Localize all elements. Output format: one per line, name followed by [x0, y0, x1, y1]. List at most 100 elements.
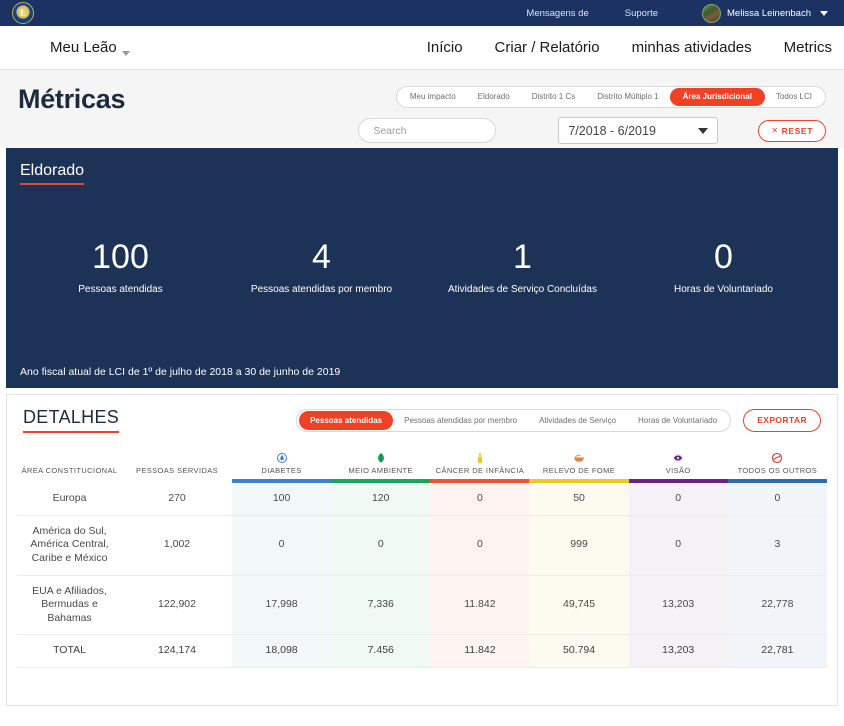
all-others-icon [730, 450, 825, 464]
row-meio-ambiente: 7.456 [331, 634, 431, 669]
main-navigation: Meu Leão Início Criar / Relatório minhas… [0, 26, 844, 70]
metric-tab-pessoas-atendidas[interactable]: Pessoas atendidas [299, 410, 394, 430]
row-todos-outros: 22,778 [727, 575, 827, 636]
nav-link-criar-relatorio[interactable]: Criar / Relatório [479, 39, 616, 56]
export-button[interactable]: EXPORTAR [743, 408, 821, 432]
row-relevo-fome: 50 [529, 483, 629, 516]
utility-link-suporte[interactable]: Suporte [607, 8, 676, 19]
stat-value: 1 [513, 238, 532, 276]
column-label: PESSOAS SERVIDAS [135, 466, 219, 476]
chevron-down-icon [698, 127, 709, 134]
metric-tab-group: Pessoas atendidas Pessoas atendidas por … [296, 408, 732, 432]
stat-label: Pessoas atendidas [78, 283, 163, 295]
nav-link-inicio[interactable]: Início [411, 39, 479, 56]
filters-row-secondary: 7/2018 - 6/2019 ✕ RESET [358, 117, 826, 144]
diabetes-drop-icon [234, 450, 329, 464]
summary-hero-panel: Eldorado 100 Pessoas atendidas 4 Pessoas… [6, 148, 838, 388]
row-diabetes: 17,998 [232, 575, 332, 636]
row-relevo-fome: 50.794 [529, 634, 629, 669]
chevron-down-icon [820, 10, 828, 16]
column-header-diabetes: DIABETES [232, 443, 332, 483]
column-header-pessoas-servidas: PESSOAS SERVIDAS [122, 443, 232, 483]
metric-tab-atividades-de-servico[interactable]: Atividades de Serviço [528, 411, 627, 430]
stat-horas-voluntariado: 0 Horas de Voluntariado [623, 238, 824, 295]
page-title: Métricas [18, 84, 126, 114]
row-todos-outros: 0 [727, 483, 827, 516]
row-area: TOTAL [17, 634, 122, 669]
row-cancer-infancia: 0 [430, 483, 530, 516]
stat-label: Horas de Voluntariado [674, 283, 773, 295]
row-diabetes: 18,098 [232, 634, 332, 669]
row-meio-ambiente: 0 [331, 515, 431, 576]
date-range-select[interactable]: 7/2018 - 6/2019 [558, 117, 719, 144]
metrics-table-body: Europa 270 100 120 0 50 0 0 América do S… [17, 483, 827, 669]
utility-bar: L Mensagens de Suporte Melissa Leinenbac… [0, 0, 844, 26]
row-visao: 0 [628, 483, 728, 516]
nav-links: Início Criar / Relatório minhas atividad… [411, 39, 836, 56]
row-visao: 13,203 [628, 634, 728, 669]
table-row: Europa 270 100 120 0 50 0 0 [17, 483, 827, 516]
column-header-todos-os-outros: TODOS OS OUTROS [727, 443, 827, 483]
scope-tab-area-jurisdicional[interactable]: Área Jurisdicional [669, 88, 765, 106]
scope-tab-distrito-multiplo-1[interactable]: Distrito Múltiplo 1 [586, 88, 669, 106]
vision-eye-icon [631, 450, 726, 464]
row-area: Europa [17, 483, 122, 516]
row-pessoas-servidas: 270 [122, 483, 232, 516]
row-cancer-infancia: 0 [430, 515, 530, 576]
column-accent-bar [529, 479, 629, 483]
hero-scope-name: Eldorado [20, 162, 85, 185]
table-row: EUA e Afiliados, Bermudas e Bahamas 122,… [17, 575, 827, 636]
reset-button[interactable]: ✕ RESET [758, 119, 826, 142]
row-todos-outros: 22,781 [727, 634, 827, 669]
column-accent-bar [331, 479, 431, 483]
brand-label: Meu Leão [50, 39, 117, 56]
close-icon: ✕ [771, 126, 779, 135]
row-relevo-fome: 49,745 [529, 575, 629, 636]
scope-tab-meu-impacto[interactable]: Meu impacto [399, 88, 467, 106]
search-input[interactable] [358, 118, 497, 143]
row-area: América do Sul, América Central, Caribe … [17, 515, 122, 576]
stat-value: 100 [92, 238, 149, 276]
row-pessoas-servidas: 122,902 [122, 575, 232, 636]
metric-tab-horas-de-voluntariado[interactable]: Horas de Voluntariado [627, 411, 728, 430]
avatar [702, 3, 722, 23]
user-menu[interactable]: Melissa Leinenbach [676, 3, 832, 23]
details-header: DETALHES Pessoas atendidas Pessoas atend… [17, 407, 827, 433]
row-cancer-infancia: 11.842 [430, 575, 530, 636]
reset-button-label: RESET [781, 125, 813, 136]
row-area: EUA e Afiliados, Bermudas e Bahamas [17, 575, 122, 636]
stat-pessoas-atendidas: 100 Pessoas atendidas [20, 238, 221, 295]
stat-value: 0 [714, 238, 733, 276]
scope-tab-distrito-1-cs[interactable]: Distrito 1 Cs [521, 88, 587, 106]
scope-tab-todos-lci[interactable]: Todos LCI [765, 88, 823, 106]
table-row: América do Sul, América Central, Caribe … [17, 515, 827, 576]
fiscal-year-footnote: Ano fiscal atual de LCI de 1º de julho d… [20, 366, 341, 378]
utility-bar-right: Mensagens de Suporte Melissa Leinenbach [508, 3, 832, 23]
column-header-relevo-de-fome: RELEVO DE FOME [529, 443, 629, 483]
table-row-total: TOTAL 124,174 18,098 7.456 11.842 50.794… [17, 634, 827, 669]
user-name: Melissa Leinenbach [727, 7, 811, 19]
stat-value: 4 [312, 238, 331, 276]
row-meio-ambiente: 120 [331, 483, 431, 516]
page-header: Métricas Meu impacto Eldorado Distrito 1… [0, 70, 844, 148]
row-cancer-infancia: 11.842 [430, 634, 530, 669]
nav-link-minhas-atividades[interactable]: minhas atividades [616, 39, 768, 56]
lions-club-logo-icon[interactable]: L [12, 2, 34, 24]
metrics-table-head: ÁREA CONSTITUCIONAL PESSOAS SERVIDAS DIA… [17, 443, 827, 483]
brand-menu[interactable]: Meu Leão [50, 39, 130, 56]
nav-link-metrics[interactable]: Metrics [768, 39, 836, 56]
leaf-icon [333, 450, 428, 464]
chevron-down-icon [121, 51, 130, 56]
hero-stats: 100 Pessoas atendidas 4 Pessoas atendida… [20, 238, 824, 295]
utility-link-mensagens[interactable]: Mensagens de [508, 8, 606, 19]
row-diabetes: 0 [232, 515, 332, 576]
metric-tab-pessoas-atendidas-por-membro[interactable]: Pessoas atendidas por membro [393, 411, 528, 430]
metrics-table: ÁREA CONSTITUCIONAL PESSOAS SERVIDAS DIA… [17, 443, 827, 669]
details-title: DETALHES [23, 407, 120, 433]
row-diabetes: 100 [232, 483, 332, 516]
scope-tab-eldorado[interactable]: Eldorado [467, 88, 521, 106]
column-header-area: ÁREA CONSTITUCIONAL [17, 443, 122, 483]
stat-label: Pessoas atendidas por membro [250, 283, 393, 295]
stat-atividades-servico-concluidas: 1 Atividades de Serviço Concluídas [422, 238, 623, 294]
scope-tab-group: Meu impacto Eldorado Distrito 1 Cs Distr… [395, 86, 826, 108]
